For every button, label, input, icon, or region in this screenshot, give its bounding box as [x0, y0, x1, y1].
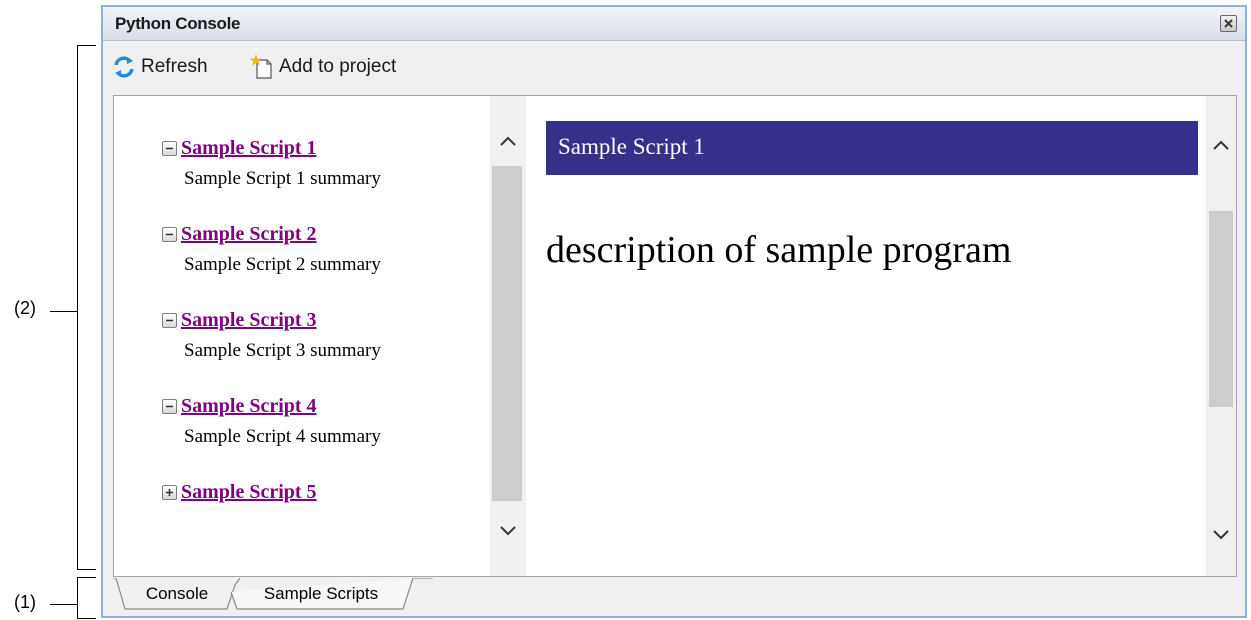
plus-icon — [166, 488, 173, 496]
content-area: Sample Script 1 Sample Script 1 summary … — [113, 95, 1237, 577]
scroll-up-icon[interactable] — [498, 134, 518, 148]
collapse-toggle[interactable] — [162, 312, 177, 328]
scroll-down-icon[interactable] — [498, 524, 518, 538]
minus-icon — [166, 319, 173, 321]
minus-icon — [166, 233, 173, 235]
tab-console-label: Console — [145, 584, 209, 603]
tab-sample-scripts-label: Sample Scripts — [263, 584, 379, 603]
script-link[interactable]: Sample Script 4 — [181, 395, 317, 418]
script-link[interactable]: Sample Script 1 — [181, 137, 317, 160]
callout-label-2: (2) — [14, 298, 36, 318]
script-summary: Sample Script 3 summary — [184, 340, 381, 361]
script-detail-pane: Sample Script 1 description of sample pr… — [526, 96, 1206, 576]
window-title: Python Console — [115, 14, 241, 33]
callout-label-1: (1) — [14, 592, 36, 612]
callout-line-1 — [50, 604, 77, 605]
list-item: Sample Script 2 Sample Script 2 summary — [162, 220, 381, 276]
tab-bar: Console Sample Scripts — [113, 578, 1237, 614]
detail-header: Sample Script 1 — [546, 121, 1198, 175]
collapse-toggle[interactable] — [162, 398, 177, 414]
list-item: Sample Script 3 Sample Script 3 summary — [162, 306, 381, 362]
close-button[interactable] — [1220, 15, 1237, 32]
add-to-project-button[interactable]: Add to project — [249, 53, 396, 81]
list-item: Sample Script 1 Sample Script 1 summary — [162, 134, 381, 190]
list-item: Sample Script 4 Sample Script 4 summary — [162, 392, 381, 448]
toolbar: Refresh Add to project — [111, 47, 1237, 87]
script-summary: Sample Script 1 summary — [184, 168, 381, 189]
collapse-toggle[interactable] — [162, 226, 177, 242]
script-summary: Sample Script 4 summary — [184, 426, 381, 447]
add-to-project-label: Add to project — [279, 56, 397, 77]
refresh-label: Refresh — [141, 56, 208, 77]
list-item: Sample Script 5 — [162, 478, 317, 506]
left-scrollbar-thumb[interactable] — [492, 166, 522, 501]
script-link[interactable]: Sample Script 5 — [181, 481, 317, 504]
refresh-icon — [114, 56, 134, 78]
right-scrollbar-thumb[interactable] — [1209, 211, 1233, 407]
refresh-button[interactable]: Refresh — [111, 53, 208, 81]
detail-description: description of sample program — [546, 229, 1012, 271]
script-link[interactable]: Sample Script 3 — [181, 309, 317, 332]
minus-icon — [166, 147, 173, 149]
callout-bracket-1 — [77, 577, 96, 619]
new-document-icon — [250, 54, 272, 79]
callout-line-2 — [50, 311, 77, 312]
right-scrollbar[interactable] — [1206, 96, 1236, 576]
left-scrollbar[interactable] — [490, 96, 526, 576]
tab-sample-scripts[interactable]: Sample Scripts — [239, 578, 403, 610]
callout-bracket-2 — [77, 45, 96, 570]
tab-console[interactable]: Console — [127, 578, 227, 610]
script-summary: Sample Script 2 summary — [184, 254, 381, 275]
script-link[interactable]: Sample Script 2 — [181, 223, 317, 246]
python-console-window: Python Console Refresh Add to project Sa… — [101, 5, 1247, 618]
title-bar: Python Console — [103, 7, 1245, 41]
collapse-toggle[interactable] — [162, 140, 177, 156]
scroll-down-icon[interactable] — [1211, 528, 1231, 542]
script-list-pane[interactable]: Sample Script 1 Sample Script 1 summary … — [114, 96, 490, 576]
minus-icon — [166, 405, 173, 407]
expand-toggle[interactable] — [162, 484, 177, 500]
close-icon — [1224, 19, 1233, 28]
scroll-up-icon[interactable] — [1211, 138, 1231, 152]
